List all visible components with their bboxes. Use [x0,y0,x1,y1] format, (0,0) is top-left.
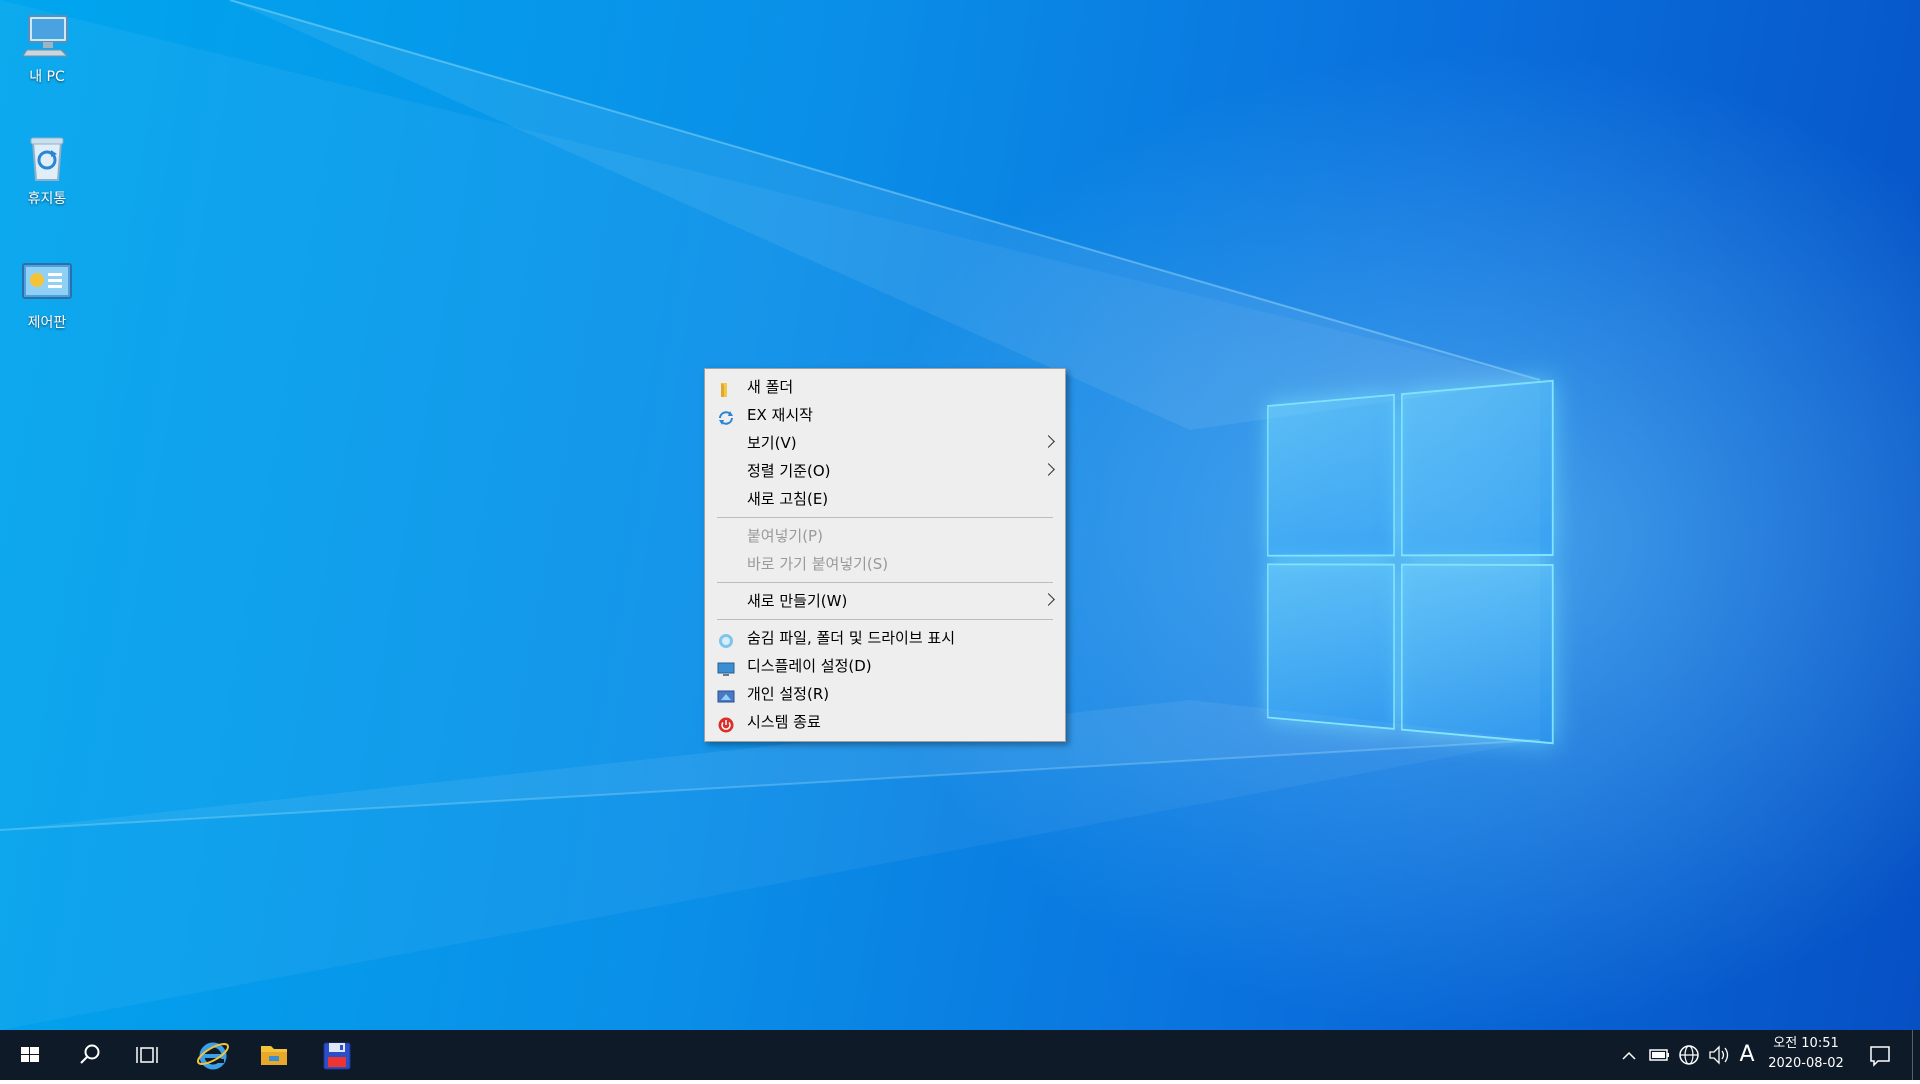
battery-icon [1649,1049,1669,1061]
desktop-icon-label: 제어판 [27,315,67,331]
refresh-icon [717,407,735,425]
chevron-right-icon [1042,435,1055,448]
menu-item-label: 새로 고침(E) [747,490,829,508]
taskbar-app-save[interactable] [306,1030,366,1080]
power-icon [717,714,735,733]
network-status[interactable] [1674,1030,1704,1080]
search-icon [80,1044,100,1064]
taskbar-app-internet-explorer[interactable] [182,1030,242,1080]
chevron-up-icon [1622,1051,1636,1060]
logo-pane [1401,563,1554,745]
menu-item-paste-shortcut: 바로 가기 붙여넣기(S) [705,550,1065,578]
desktop-icon-control-panel[interactable]: 제어판 [10,256,84,332]
menu-item-label: 시스템 종료 [747,713,821,731]
internet-explorer-icon [196,1042,230,1070]
clock[interactable]: 오전 10:51 2020-08-02 [1758,1034,1854,1074]
menu-item-label: 새로 만들기(W) [747,592,848,610]
chevron-right-icon [1042,463,1055,476]
menu-item-label: 붙여넣기(P) [747,527,823,545]
menu-item-label: 개인 설정(R) [747,685,830,703]
menu-item-shutdown[interactable]: 시스템 종료 [705,708,1065,736]
show-desktop-button[interactable] [1912,1030,1920,1080]
menu-item-personalize[interactable]: 개인 설정(R) [705,680,1065,708]
logo-pane [1267,393,1395,557]
desktop-icon-label: 휴지통 [27,191,67,207]
menu-item-label: 디스플레이 설정(D) [747,657,872,675]
menu-separator [717,619,1053,620]
search-button[interactable] [60,1030,120,1080]
desktop-icon-my-pc[interactable]: 내 PC [10,10,84,86]
windows-logo-wallpaper [1267,379,1554,745]
desktop-icon-label: 내 PC [29,69,65,85]
desktop-background[interactable]: 내 PC 휴지통 제어판 새 폴더 EX 재시작 보기(V) 정렬 기준(O) … [0,0,1920,1030]
logo-pane [1267,563,1395,730]
start-button[interactable] [0,1030,60,1080]
clock-date: 2020-08-02 [1768,1056,1844,1071]
menu-item-sort-by[interactable]: 정렬 기준(O) [705,457,1065,485]
control-panel-icon [21,256,73,308]
recycle-bin-icon [21,132,73,184]
menu-item-view[interactable]: 보기(V) [705,429,1065,457]
menu-item-new-folder[interactable]: 새 폴더 [705,373,1065,401]
action-center-button[interactable] [1862,1030,1898,1080]
taskbar: A 오전 10:51 2020-08-02 [0,1030,1920,1080]
battery-status[interactable] [1644,1030,1674,1080]
chevron-right-icon [1042,593,1055,606]
menu-separator [717,517,1053,518]
taskbar-app-file-explorer[interactable] [244,1030,304,1080]
volume-control[interactable] [1704,1030,1734,1080]
save-floppy-icon [323,1042,351,1070]
computer-icon [21,10,73,62]
personalize-icon [717,686,735,703]
display-icon [717,658,735,676]
clock-time: 오전 10:51 [1773,1036,1839,1051]
task-view-icon [136,1047,158,1063]
menu-item-paste: 붙여넣기(P) [705,522,1065,550]
menu-item-show-hidden-files[interactable]: 숨김 파일, 폴더 및 드라이브 표시 [705,624,1065,652]
menu-item-label: 정렬 기준(O) [747,462,831,480]
menu-item-display-settings[interactable]: 디스플레이 설정(D) [705,652,1065,680]
windows-start-icon [21,1047,39,1062]
show-hidden-icons-button[interactable] [1614,1030,1644,1080]
menu-item-new[interactable]: 새로 만들기(W) [705,587,1065,615]
speaker-volume-icon [1709,1045,1729,1065]
menu-item-label: 바로 가기 붙여넣기(S) [747,555,889,573]
menu-item-label: 숨김 파일, 폴더 및 드라이브 표시 [747,629,956,647]
desktop-icon-recycle-bin[interactable]: 휴지통 [10,132,84,208]
folder-icon [717,379,735,397]
menu-item-label: 보기(V) [747,434,797,452]
desktop-context-menu: 새 폴더 EX 재시작 보기(V) 정렬 기준(O) 새로 고침(E) 붙여넣기… [704,368,1066,742]
globe-network-icon [1679,1045,1699,1065]
menu-separator [717,582,1053,583]
hidden-files-icon [717,630,735,648]
logo-pane [1401,379,1554,557]
file-explorer-icon [261,1046,287,1065]
menu-item-label: EX 재시작 [747,406,813,424]
menu-item-label: 새 폴더 [747,378,794,396]
menu-item-refresh[interactable]: 새로 고침(E) [705,485,1065,513]
task-view-button[interactable] [120,1030,180,1080]
notification-icon [1870,1046,1890,1067]
menu-item-ex-restart[interactable]: EX 재시작 [705,401,1065,429]
input-method-indicator[interactable]: A [1736,1030,1758,1080]
